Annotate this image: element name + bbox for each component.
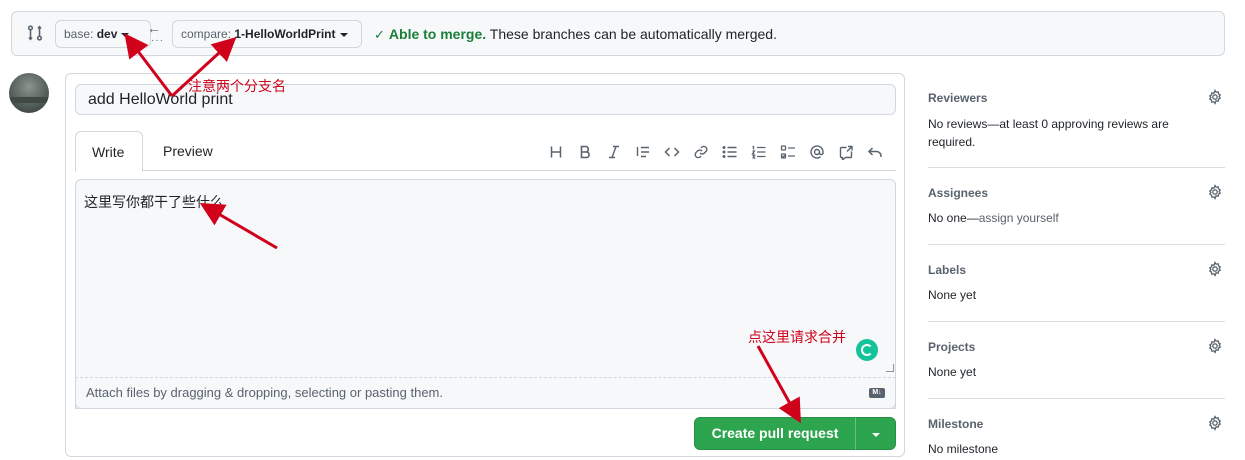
milestone-section: Milestone No milestone <box>928 415 1225 460</box>
ordered-list-icon[interactable] <box>749 141 769 163</box>
merge-status-text: These branches can be automatically merg… <box>489 26 777 42</box>
tab-preview[interactable]: Preview <box>147 131 229 171</box>
compare-branch-name: 1-HelloWorldPrint <box>234 27 336 41</box>
labels-title[interactable]: Labels <box>928 263 966 277</box>
editor-tabs: Write Preview <box>75 131 896 172</box>
file-attachment-area[interactable]: Attach files by dragging & dropping, sel… <box>75 377 896 409</box>
assignees-section: Assignees No one—assign yourself <box>928 184 1225 245</box>
compare-bar: base: dev ← ··· compare: 1-HelloWorldPri… <box>11 11 1225 56</box>
create-pull-request-button[interactable]: Create pull request <box>694 417 856 450</box>
assignees-prefix: No one— <box>928 211 979 225</box>
merge-ok-label: Able to merge. <box>388 26 487 42</box>
sidebar: Reviewers No reviews—at least 0 approvin… <box>928 73 1225 460</box>
compare-branch-select[interactable]: compare: 1-HelloWorldPrint <box>172 20 362 48</box>
gear-icon[interactable] <box>1207 338 1223 354</box>
milestone-title[interactable]: Milestone <box>928 417 983 431</box>
reviewers-text: No reviews—at least 0 approving reviews … <box>928 117 1169 149</box>
undo-icon[interactable] <box>865 141 885 163</box>
reviewers-section: Reviewers No reviews—at least 0 approvin… <box>928 89 1225 168</box>
chevron-down-icon <box>339 32 348 37</box>
assignees-title[interactable]: Assignees <box>928 186 988 200</box>
projects-title[interactable]: Projects <box>928 340 975 354</box>
gear-icon[interactable] <box>1207 415 1223 431</box>
assignees-text: No one—assign yourself <box>928 209 1198 227</box>
projects-section: Projects None yet <box>928 338 1225 399</box>
body-text: 这里写你都干了些什么 <box>84 194 224 210</box>
create-pr-button-group: Create pull request <box>694 417 896 450</box>
avatar[interactable] <box>9 73 49 113</box>
compare-prefix: compare: <box>181 27 232 41</box>
base-branch-select[interactable]: base: dev <box>55 20 151 48</box>
chevron-down-icon <box>872 433 880 437</box>
milestone-text: No milestone <box>928 442 999 456</box>
grammarly-icon[interactable] <box>856 339 878 361</box>
unordered-list-icon[interactable] <box>720 141 740 163</box>
labels-section: Labels None yet <box>928 261 1225 322</box>
quote-icon[interactable] <box>633 141 653 163</box>
resize-handle-icon[interactable] <box>886 364 894 372</box>
merge-status: ✓ Able to merge. These branches can be au… <box>374 26 777 43</box>
tab-write[interactable]: Write <box>75 131 143 172</box>
arrow-left-icon: ← <box>147 20 161 36</box>
attach-hint: Attach files by dragging & dropping, sel… <box>86 385 443 400</box>
italic-icon[interactable] <box>604 141 624 163</box>
mention-icon[interactable] <box>807 141 827 163</box>
create-pr-dropdown-button[interactable] <box>855 417 896 450</box>
gear-icon[interactable] <box>1207 89 1223 105</box>
assign-yourself-link[interactable]: assign yourself <box>979 211 1059 225</box>
task-list-icon[interactable] <box>778 141 798 163</box>
check-icon: ✓ <box>374 27 385 42</box>
code-icon[interactable] <box>662 141 682 163</box>
projects-text: None yet <box>928 365 977 379</box>
git-compare-icon <box>26 24 44 42</box>
reviewers-title[interactable]: Reviewers <box>928 91 987 105</box>
gear-icon[interactable] <box>1207 261 1223 277</box>
link-icon[interactable] <box>691 141 711 163</box>
pull-request-form: Write Preview 这里写你都干了些什么 Attach files by… <box>65 73 905 457</box>
markdown-icon[interactable]: M↓ <box>869 388 885 398</box>
bold-icon[interactable] <box>575 141 595 163</box>
chevron-down-icon <box>121 32 130 37</box>
heading-icon[interactable] <box>546 141 566 163</box>
cross-reference-icon[interactable] <box>836 141 856 163</box>
markdown-toolbar <box>540 141 890 163</box>
labels-text: None yet <box>928 288 977 302</box>
body-textarea[interactable]: 这里写你都干了些什么 <box>75 179 896 409</box>
base-prefix: base: <box>64 27 94 41</box>
branches-annotation: 注意两个分支名 <box>188 78 286 94</box>
ellipsis-icon: ··· <box>151 35 164 46</box>
gear-icon[interactable] <box>1207 184 1223 200</box>
base-branch-name: dev <box>96 27 118 41</box>
submit-annotation: 点这里请求合并 <box>748 329 846 345</box>
